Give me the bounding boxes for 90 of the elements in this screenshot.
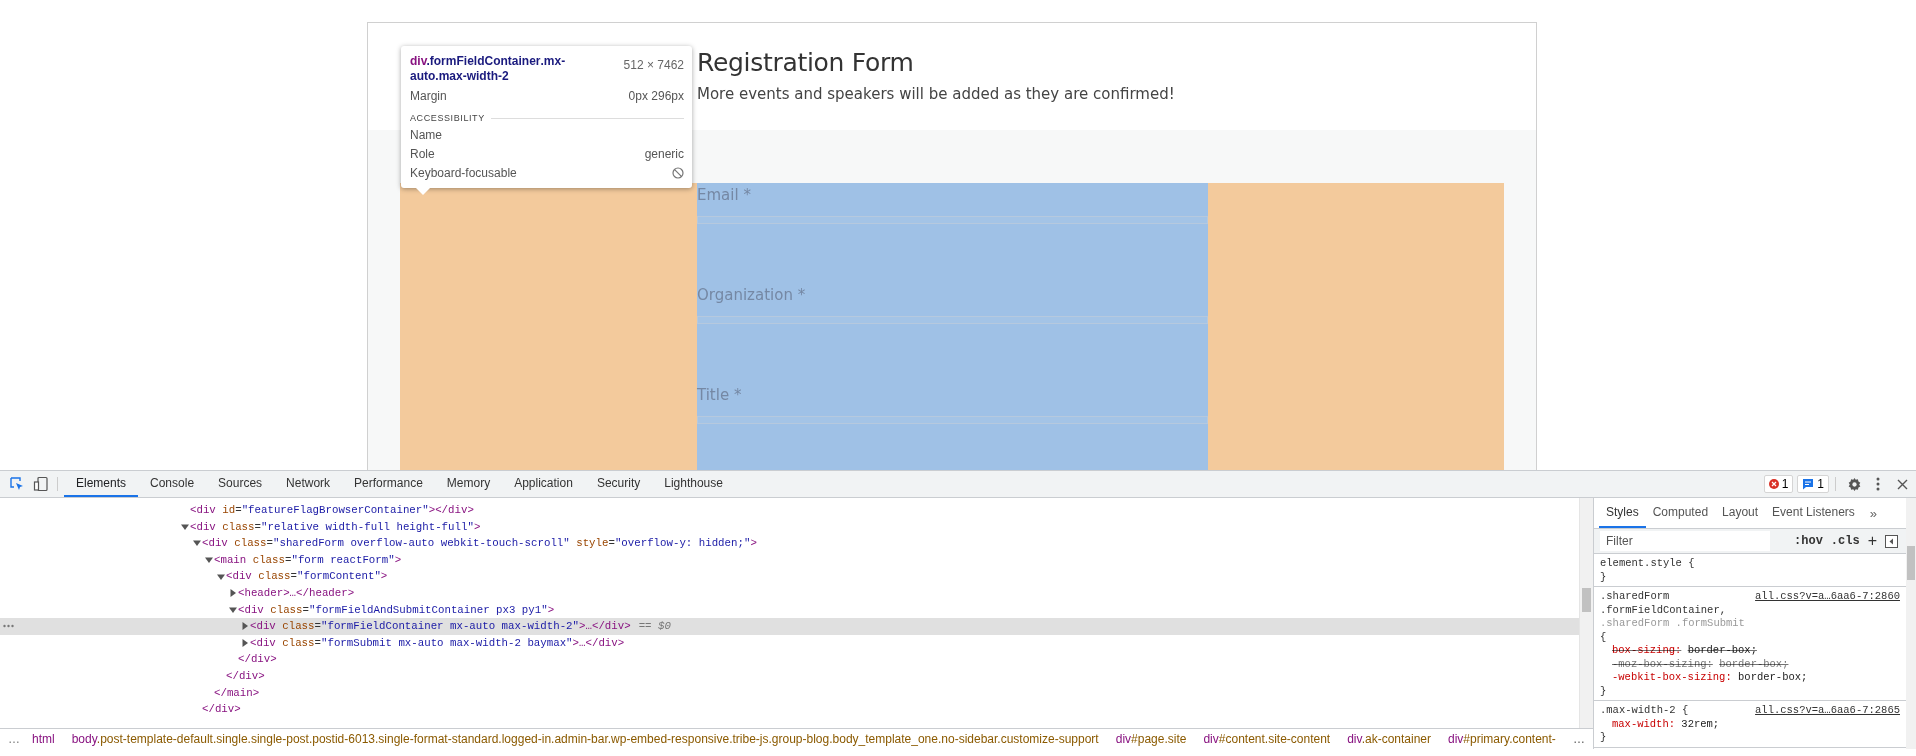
property-label: Name [410,129,442,142]
collapsed-triangle-icon[interactable] [241,639,249,648]
brace: { [1600,630,1607,643]
property-label: Role [410,148,435,161]
input-field[interactable] [697,316,1208,324]
expanded-triangle-icon[interactable] [229,605,237,614]
css-selector: .sharedForm .formFieldContainer, .sharedForm .formSubmit [1600,590,1745,629]
breadcrumb-overflow[interactable]: … [8,732,20,746]
css-selector: element.style [1600,557,1682,569]
settings-icon[interactable] [1846,476,1862,492]
input-field[interactable] [697,216,1208,224]
source-link[interactable]: all.css?v=a…6aa6-7:2865 [1755,704,1900,718]
panel-tab[interactable]: Console [138,471,207,497]
panel-tab[interactable]: Performance [342,471,435,497]
error-icon [1768,479,1779,489]
breadcrumb[interactable]: div.ak-container [1347,732,1431,746]
panel-tab[interactable]: Application [502,471,585,497]
property-label: Margin [410,90,447,103]
css-declaration[interactable]: -webkit-box-sizing: border-box; [1612,671,1808,683]
panel-tab[interactable]: Sources [206,471,275,497]
sidebar-tab[interactable]: Layout [1715,498,1766,528]
field-label: Organization * [697,286,807,304]
brace: { [1681,704,1689,716]
breadcrumb[interactable]: div#primary.content- [1448,732,1556,746]
panel-tab[interactable]: Elements [64,471,139,497]
dom-node[interactable]: <div class="formFieldAndSubmitContainer px3 py1"> [238,601,555,619]
property-label: Keyboard-focusable [410,167,517,180]
closing-tag: </div> [238,651,277,668]
more-menu-icon[interactable] [1876,477,1880,491]
sidebar-tab[interactable]: Event Listeners [1765,498,1862,528]
collapsed-triangle-icon[interactable] [229,589,237,598]
brace: } [1600,570,1607,584]
more-icon[interactable] [3,624,14,629]
message-icon [1802,478,1815,490]
source-link[interactable]: all.css?v=a…6aa6-7:2860 [1755,590,1900,604]
closing-tag: </div> [226,667,265,685]
class-toggle[interactable]: .cls [1830,534,1860,548]
filter-field[interactable]: Filter [1600,531,1770,551]
panel-tab[interactable]: Security [584,471,653,497]
device-icon[interactable] [33,476,49,492]
panel-tab[interactable]: Memory [434,471,503,497]
scrollbar[interactable] [1579,498,1593,728]
collapsed-triangle-icon[interactable] [241,622,249,631]
sidebar-tab[interactable]: Computed [1645,498,1716,528]
dom-node[interactable]: <div class="relative width-full height-full"> [190,518,481,536]
dom-node[interactable]: <div id="featureFlagBrowserContainer"></div> [190,502,474,519]
brace: } [1600,731,1607,745]
closing-tag: </main> [214,684,260,702]
inspect-icon[interactable] [9,476,25,492]
sidebar-toggle-icon[interactable] [1885,534,1898,548]
expanded-triangle-icon[interactable] [205,556,213,565]
dom-node[interactable]: <div class="formSubmit mx-auto max-width-2 baymax">…</div> [250,634,625,652]
brace: } [1600,684,1607,698]
css-selector: .max-width-2 [1600,704,1676,716]
expanded-triangle-icon[interactable] [217,572,225,581]
form-title: Registration Form [697,48,915,77]
panel-tab[interactable]: Lighthouse [652,471,735,497]
breadcrumb[interactable]: div#page.site [1115,732,1187,746]
dom-node[interactable]: <main class="form reactForm"> [214,551,402,569]
dom-node[interactable]: <div class="formFieldContainer mx-auto max-width-2">…</div> [250,618,631,635]
node-reference: == $0 [638,619,671,635]
breadcrumb[interactable]: div#content.site-content [1203,732,1331,746]
css-declaration[interactable]: max-width: 32rem; [1612,717,1720,730]
breadcrumb-overflow[interactable]: … [1573,732,1585,746]
error-count-badge[interactable]: 1 [1763,475,1794,493]
new-rule-button[interactable]: + [1867,532,1877,550]
input-field[interactable] [697,416,1208,424]
message-count-badge[interactable]: 1 [1797,475,1829,493]
property-value: 0px 296px [628,90,684,103]
field-label: Email * [697,186,752,204]
expanded-triangle-icon[interactable] [181,522,189,531]
panel-tab[interactable]: Network [274,471,343,497]
section-heading: ACCESSIBILITY [410,113,485,123]
hover-state-toggle[interactable]: :hov [1794,534,1823,548]
dom-node[interactable]: <header>…</header> [238,584,355,602]
form-subtitle: More events and speakers will be added as they are confirmed! [697,85,1176,103]
breadcrumb[interactable]: body.post-template-default.single.single-post.postid-6013.single-format-standard.logged-in.admin-bar.wp-embed-responsive.tribe-js.group-blog.body_template_one.no-sidebar.customize-support [71,732,1099,746]
close-icon[interactable] [1896,478,1908,490]
element-size: 512 × 7462 [623,58,684,72]
brace: { [1688,557,1695,569]
property-value: generic [644,148,684,161]
element-selector: div.formFieldContainer.mx-auto.max-width-2 [410,54,567,84]
scrollbar[interactable] [1906,498,1916,749]
more-tabs-button[interactable]: » [1861,498,1886,528]
dom-node[interactable]: <div class="formContent"> [226,568,388,585]
dom-node[interactable]: <div class="sharedForm overflow-auto webkit-touch-scroll" style="overflow-y: hidden;"> [202,535,757,552]
closing-tag: </div> [202,701,241,718]
expanded-triangle-icon[interactable] [193,539,201,548]
breadcrumb[interactable]: html [32,732,55,746]
field-label: Title * [697,386,743,404]
